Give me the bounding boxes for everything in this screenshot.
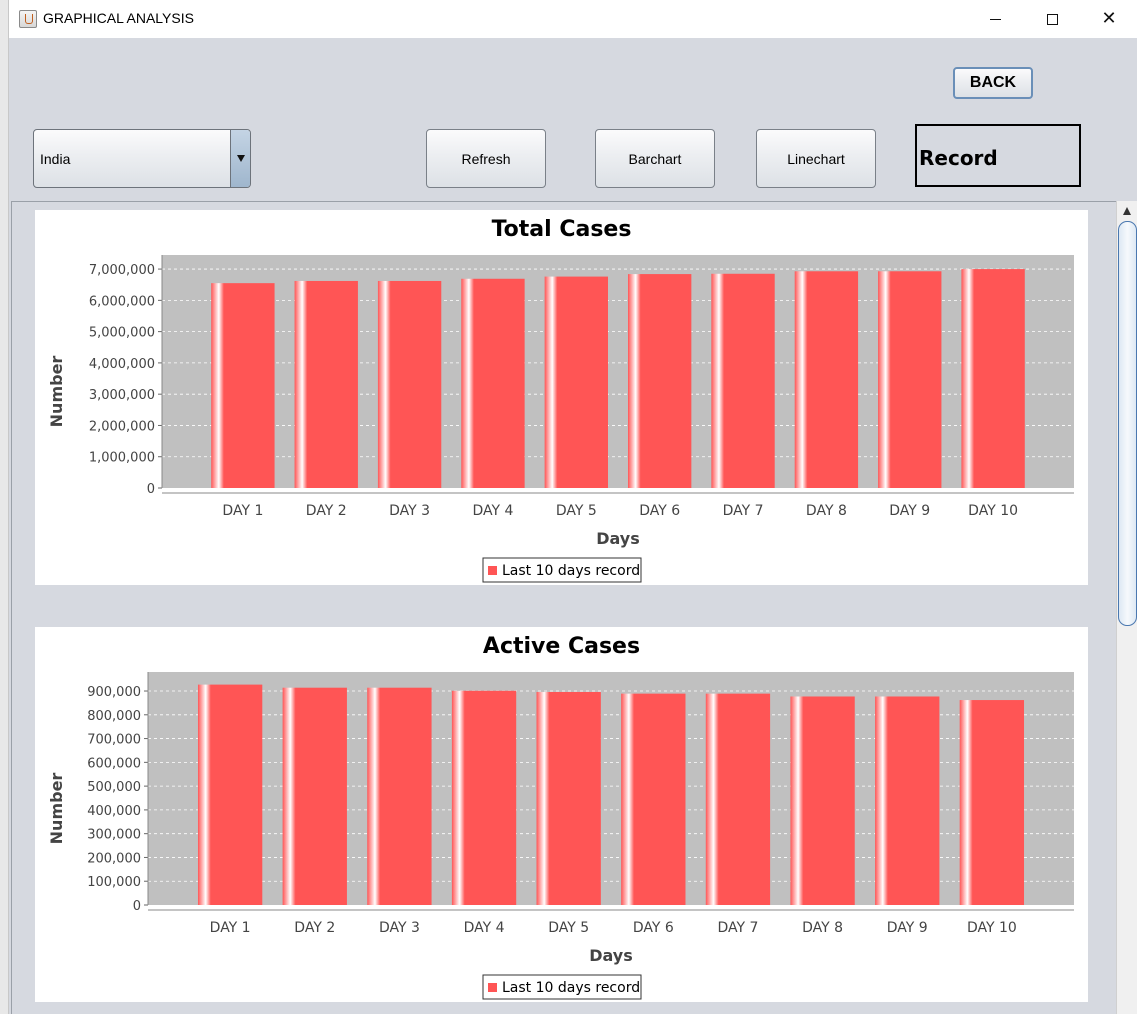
- x-tick-label: DAY 10: [968, 503, 1018, 519]
- minimize-button[interactable]: [966, 0, 1024, 38]
- bar: [294, 280, 358, 488]
- left-window-edge: [0, 0, 9, 1014]
- bar: [367, 687, 432, 905]
- total-cases-chart: Total Cases 0 1,000,000 2,000,000 3,000,000 4…: [47, 217, 1074, 583]
- x-tick-label: DAY 9: [889, 503, 930, 519]
- charts-scroll-pane[interactable]: Total Cases 0 1,000,000 2,000,000 3,000,000 4…: [11, 201, 1137, 1014]
- legend: Last 10 days record: [482, 557, 642, 583]
- bar: [628, 274, 692, 488]
- y-tick-label: 7,000,000: [89, 263, 155, 278]
- active-cases-chart: Active Cases 0 100,000 200,000 300,000 400,00…: [47, 634, 1074, 1000]
- x-axis-label: Days: [589, 946, 633, 965]
- x-tick-label: DAY 3: [389, 503, 430, 519]
- legend: Last 10 days record: [482, 974, 642, 1000]
- country-select[interactable]: India: [33, 129, 251, 188]
- y-tick-label: 200,000: [87, 851, 141, 866]
- y-tick-label: 900,000: [87, 685, 141, 700]
- y-tick-label: 4,000,000: [89, 357, 155, 372]
- refresh-button[interactable]: Refresh: [426, 129, 546, 188]
- title-bar: GRAPHICAL ANALYSIS ✕: [9, 0, 1137, 38]
- x-tick-label: DAY 3: [379, 920, 420, 936]
- back-button[interactable]: BACK: [953, 67, 1033, 99]
- maximize-button[interactable]: [1023, 0, 1081, 38]
- chart-title: Active Cases: [483, 634, 640, 659]
- y-tick-label: 5,000,000: [89, 326, 155, 341]
- x-tick-label: DAY 7: [717, 920, 758, 936]
- bar: [875, 696, 940, 905]
- maximize-icon: [1046, 13, 1058, 25]
- bar: [451, 690, 517, 905]
- bar: [282, 687, 347, 905]
- y-tick-label: 0: [133, 899, 141, 914]
- linechart-button[interactable]: Linechart: [756, 129, 876, 188]
- bar: [878, 271, 942, 488]
- y-tick-label: 6,000,000: [89, 294, 155, 309]
- scroll-up-arrow-icon[interactable]: [1120, 204, 1134, 218]
- x-tick-label: DAY 6: [639, 503, 680, 519]
- bar: [544, 276, 608, 488]
- chart-title: Total Cases: [492, 217, 632, 242]
- bar: [197, 684, 263, 905]
- x-tick-label: DAY 5: [556, 503, 597, 519]
- bar: [711, 273, 775, 488]
- y-axis-label: Number: [47, 356, 66, 428]
- dropdown-arrow-icon[interactable]: [230, 130, 250, 187]
- x-tick-label: DAY 1: [210, 920, 251, 936]
- x-tick-label: DAY 8: [802, 920, 843, 936]
- y-tick-label: 300,000: [87, 828, 141, 843]
- x-tick-label: DAY 2: [294, 920, 335, 936]
- x-tick-label: DAY 4: [472, 503, 513, 519]
- legend-label: Last 10 days record: [502, 980, 640, 996]
- bar: [790, 696, 855, 905]
- y-tick-label: 600,000: [87, 756, 141, 771]
- x-tick-label: DAY 4: [464, 920, 505, 936]
- minimize-icon: [989, 18, 1001, 20]
- x-tick-label: DAY 2: [306, 503, 347, 519]
- y-tick-label: 0: [147, 482, 155, 497]
- y-tick-label: 1,000,000: [89, 451, 155, 466]
- x-tick-label: DAY 5: [548, 920, 589, 936]
- x-tick-label: DAY 10: [967, 920, 1017, 936]
- y-tick-label: 2,000,000: [89, 419, 155, 434]
- y-tick-label: 500,000: [87, 780, 141, 795]
- record-label: Record: [919, 146, 998, 170]
- x-tick-label: DAY 6: [633, 920, 674, 936]
- bar: [959, 700, 1025, 905]
- java-app-icon: [19, 10, 37, 28]
- x-tick-label: DAY 7: [723, 503, 764, 519]
- scrollbar-thumb[interactable]: [1118, 221, 1137, 626]
- x-tick-label: DAY 9: [887, 920, 928, 936]
- bar: [961, 269, 1025, 488]
- close-button[interactable]: ✕: [1080, 0, 1137, 38]
- legend-label: Last 10 days record: [502, 563, 640, 579]
- bar: [536, 691, 601, 905]
- close-icon: ✕: [1101, 8, 1117, 29]
- vertical-scrollbar[interactable]: [1116, 201, 1137, 1014]
- x-axis-label: Days: [596, 529, 640, 548]
- barchart-button[interactable]: Barchart: [595, 129, 715, 188]
- active-cases-chart-panel: Active Cases 0 100,000 200,000 300,000 400,00…: [35, 627, 1088, 1002]
- y-tick-label: 400,000: [87, 804, 141, 819]
- y-tick-label: 100,000: [87, 875, 141, 890]
- legend-swatch: [488, 983, 497, 992]
- y-tick-label: 700,000: [87, 733, 141, 748]
- country-select-value: India: [40, 151, 71, 167]
- x-tick-label: DAY 1: [222, 503, 263, 519]
- total-cases-chart-panel: Total Cases 0 1,000,000 2,000,000 3,000,000 4…: [35, 210, 1088, 585]
- record-label-box: Record: [915, 124, 1081, 187]
- y-axis-label: Number: [47, 773, 66, 845]
- bar: [705, 693, 771, 905]
- main-content: BACK India Refresh Barchart Linechart Re…: [9, 38, 1137, 1014]
- bar: [794, 271, 859, 488]
- x-tick-label: DAY 8: [806, 503, 847, 519]
- y-tick-label: 800,000: [87, 709, 141, 724]
- bar: [377, 280, 442, 488]
- y-tick-label: 3,000,000: [89, 388, 155, 403]
- bar: [621, 693, 686, 905]
- bar: [461, 278, 525, 488]
- bar: [211, 283, 275, 488]
- window-title: GRAPHICAL ANALYSIS: [43, 10, 194, 26]
- legend-swatch: [488, 566, 497, 575]
